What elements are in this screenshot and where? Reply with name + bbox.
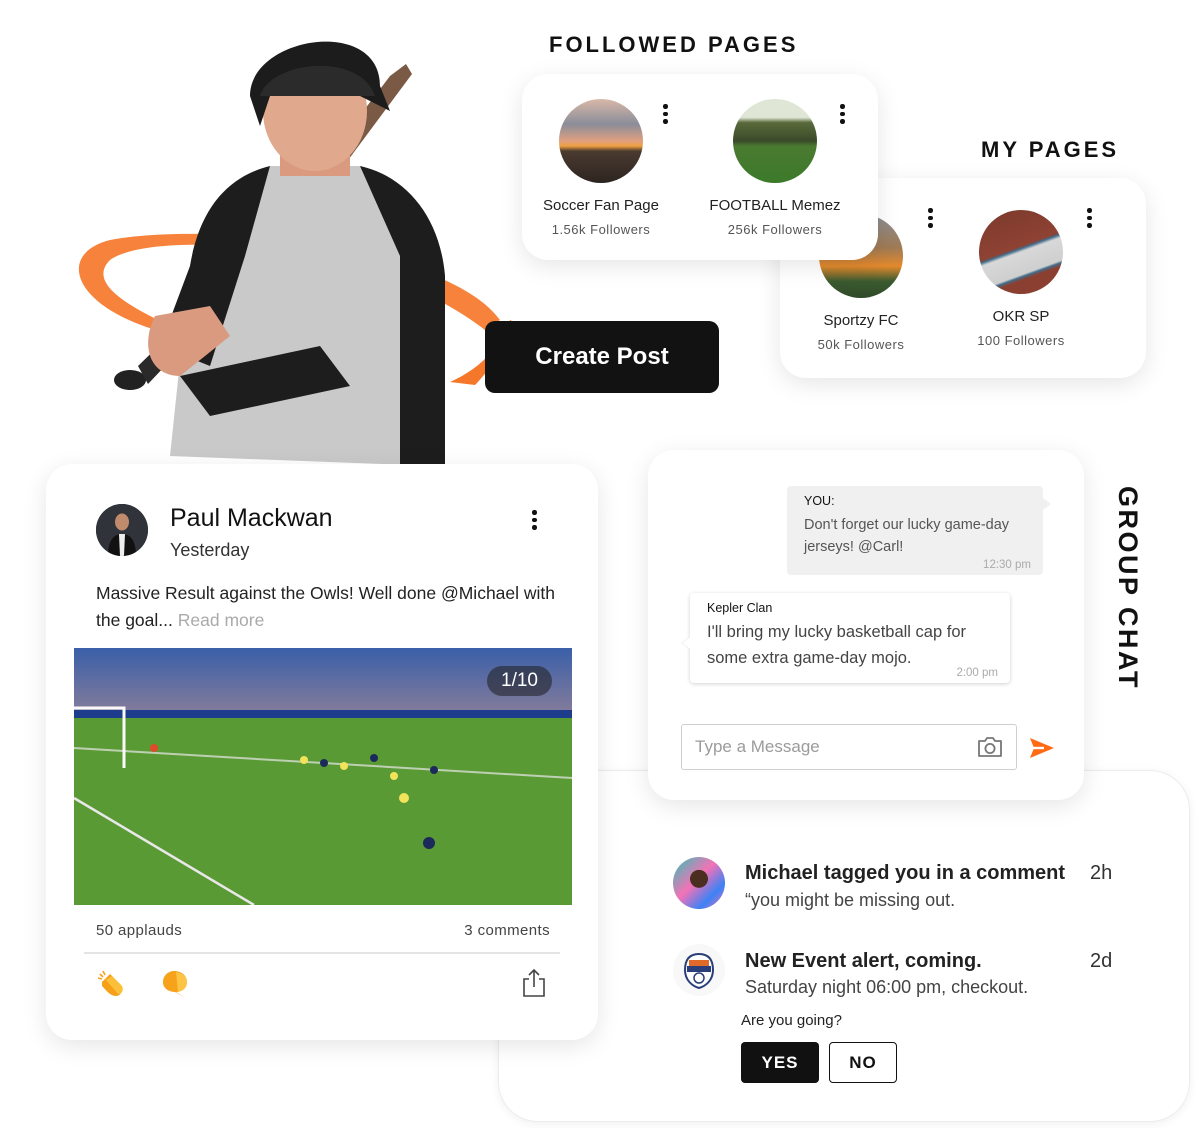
page-followers: 50k Followers <box>817 337 905 352</box>
share-icon[interactable] <box>522 968 546 1003</box>
my-pages-title: MY PAGES <box>981 137 1120 162</box>
post-image[interactable]: 1/10 <box>74 648 572 905</box>
message-text: I'll bring my lucky basketball cap for s… <box>707 623 967 667</box>
followed-pages-card: Soccer Fan Page 1.56k Followers FOOTBALL… <box>522 74 878 260</box>
page-followers: 100 Followers <box>977 333 1065 348</box>
page-followers: 1.56k Followers <box>551 222 651 237</box>
notification-time: 2h <box>1090 862 1113 884</box>
post-stats: 50 applauds 3 comments <box>96 922 550 939</box>
notification-title: New Event alert, coming. <box>745 950 982 972</box>
more-options-icon[interactable] <box>663 104 669 124</box>
page-name: Sportzy FC <box>823 312 899 329</box>
page-name: OKR SP <box>992 308 1050 325</box>
page-tile-soccer-fan-page[interactable]: Soccer Fan Page 1.56k Followers <box>516 99 686 237</box>
post-card: Paul Mackwan Yesterday Massive Result ag… <box>46 464 598 1040</box>
chat-message-incoming: Kepler Clan I'll bring my lucky basketba… <box>690 593 1010 683</box>
more-options-icon[interactable] <box>840 104 846 124</box>
chat-message-outgoing: YOU: Don't forget our lucky game-day jer… <box>787 486 1051 575</box>
page-name: Soccer Fan Page <box>543 197 659 214</box>
message-sender: Kepler Clan <box>707 601 773 615</box>
club-badge-icon <box>673 944 725 996</box>
camera-icon[interactable] <box>976 735 1004 764</box>
page-followers: 256k Followers <box>727 222 823 237</box>
page-name: FOOTBALL Memez <box>709 197 841 214</box>
message-time: 2:00 pm <box>956 667 998 679</box>
rsvp-question: Are you going? <box>741 1012 842 1029</box>
divider <box>84 952 560 954</box>
more-options-icon[interactable] <box>928 208 934 228</box>
notification-time: 2d <box>1090 950 1113 972</box>
applaud-count[interactable]: 50 applauds <box>96 922 182 939</box>
page-tile-okr-sp[interactable]: OKR SP 100 Followers <box>936 210 1106 348</box>
notification-subtitle: “you might be missing out. <box>745 890 956 910</box>
author-avatar[interactable] <box>96 504 148 556</box>
page-avatar <box>979 210 1063 294</box>
clapping-hands-icon[interactable] <box>96 968 128 1005</box>
create-post-button[interactable]: Create Post <box>485 321 719 393</box>
rsvp-no-button[interactable]: NO <box>829 1042 897 1083</box>
more-options-icon[interactable] <box>532 510 538 530</box>
message-input[interactable] <box>681 724 1017 770</box>
more-options-icon[interactable] <box>1087 208 1093 228</box>
user-avatar <box>673 857 725 909</box>
page-avatar <box>733 99 817 183</box>
speech-bubble-icon[interactable] <box>160 968 190 1003</box>
comment-count[interactable]: 3 comments <box>464 922 550 939</box>
page-tile-football-memez[interactable]: FOOTBALL Memez 256k Followers <box>690 99 860 237</box>
followed-pages-title: FOLLOWED PAGES <box>549 32 799 57</box>
post-timestamp: Yesterday <box>170 540 250 560</box>
notification-subtitle: Saturday night 06:00 pm, checkout. <box>745 977 1029 997</box>
message-text: Don't forget our lucky game-day jerseys!… <box>804 517 1010 555</box>
group-chat-card: YOU: Don't forget our lucky game-day jer… <box>648 450 1084 800</box>
message-sender: YOU: <box>804 494 835 508</box>
message-time: 12:30 pm <box>983 559 1031 571</box>
post-text: Massive Result against the Owls! Well do… <box>96 580 556 634</box>
read-more-link[interactable]: Read more <box>178 610 265 630</box>
group-chat-label: GROUP CHAT <box>1113 486 1143 691</box>
author-name[interactable]: Paul Mackwan <box>170 504 333 533</box>
baseball-player-image <box>114 41 445 466</box>
page-avatar <box>559 99 643 183</box>
rsvp-yes-button[interactable]: YES <box>741 1042 819 1083</box>
send-icon[interactable] <box>1028 736 1056 765</box>
notification-title: Michael tagged you in a comment <box>745 862 1066 884</box>
post-body-text: Massive Result against the Owls! Well do… <box>96 583 556 630</box>
image-counter: 1/10 <box>487 666 552 696</box>
